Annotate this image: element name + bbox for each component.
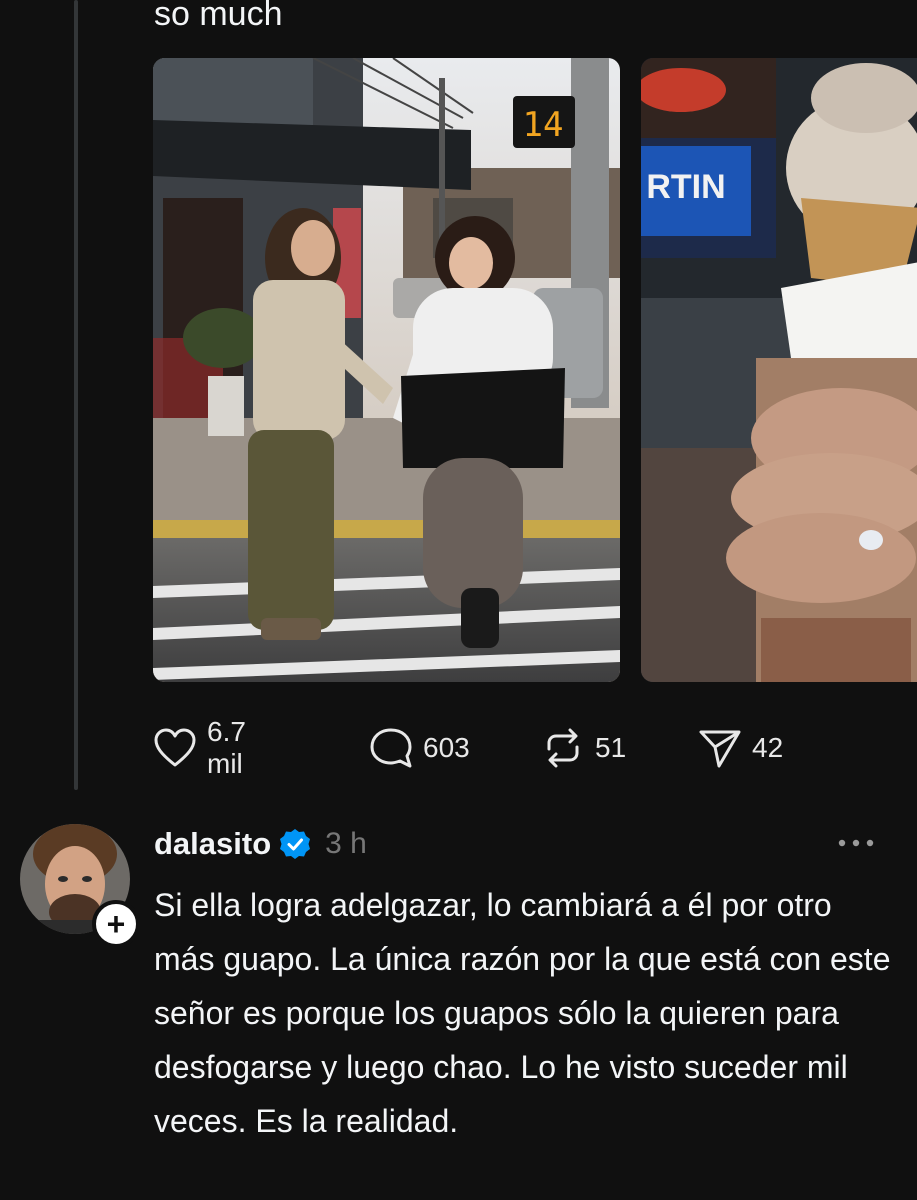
heart-icon [153, 728, 197, 768]
timer-text: 14 [523, 105, 564, 145]
repost-icon [541, 727, 585, 769]
share-button[interactable]: 42 [698, 724, 783, 772]
reply-count: 603 [423, 732, 470, 763]
like-count: 6.7 mil [207, 716, 246, 779]
timestamp: 3 h [325, 827, 367, 860]
like-button[interactable]: 6.7 mil [153, 716, 246, 779]
post-text: so much [154, 0, 283, 33]
reply-button[interactable]: 603 [369, 724, 470, 772]
repost-button[interactable]: 51 [541, 724, 626, 772]
media-carousel[interactable]: 14 RTIN [153, 58, 917, 682]
thread-line [74, 0, 78, 790]
username[interactable]: dalasito [154, 826, 271, 862]
repost-count: 51 [595, 732, 627, 763]
reply-text: Si ella logra adelgazar, lo cambiará a é… [154, 887, 891, 1139]
sign-text: RTIN [646, 168, 725, 206]
more-dots-icon [836, 835, 876, 853]
reply-header: dalasito 3 h [154, 820, 367, 868]
ice-cream-ring-photo[interactable]: RTIN [641, 58, 917, 682]
comment-icon [369, 727, 413, 769]
share-count: 42 [752, 732, 784, 763]
reply-author-avatar[interactable]: + [20, 824, 140, 948]
send-icon [698, 727, 742, 769]
follow-button[interactable]: + [92, 900, 140, 948]
couple-crosswalk-photo[interactable]: 14 [153, 58, 620, 682]
verified-badge-icon [279, 828, 311, 860]
more-options-button[interactable] [832, 826, 880, 862]
